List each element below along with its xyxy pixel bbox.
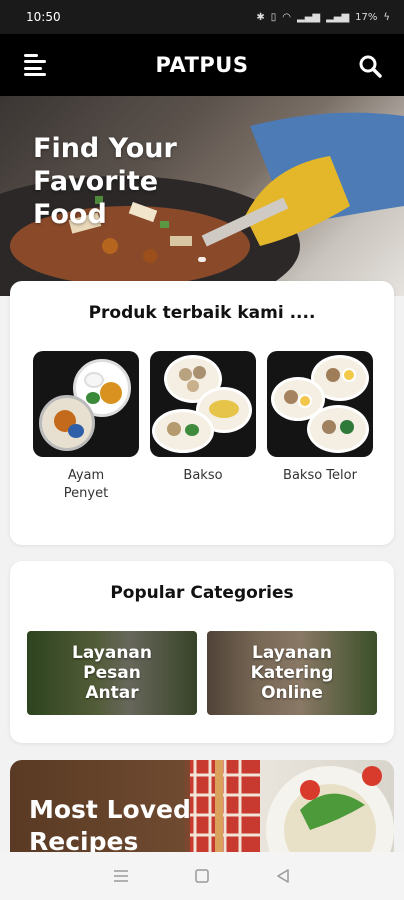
- menu-icon[interactable]: [24, 54, 48, 76]
- product-bakso-telor[interactable]: Bakso Telor: [267, 351, 373, 485]
- status-bar: 10:50 ✱ ▯ ◠ ▂▄▆ ▂▄▆ 17% ϟ: [0, 0, 404, 34]
- product-label: Bakso: [183, 468, 223, 483]
- bluetooth-icon: ✱: [256, 11, 265, 23]
- most-loved-recipes-title: Most Loved Recipes: [29, 795, 191, 852]
- app-title: PATPUS: [155, 53, 249, 77]
- recent-apps-icon[interactable]: [109, 864, 133, 888]
- status-time: 10:50: [26, 10, 61, 24]
- product-label: Bakso Telor: [283, 468, 357, 483]
- category-label: Layanan Katering Online: [250, 643, 334, 703]
- home-icon[interactable]: [190, 864, 214, 888]
- popular-categories-card: Popular Categories Layanan Pesan Antar L…: [10, 561, 394, 743]
- back-icon[interactable]: [271, 864, 295, 888]
- product-label: Ayam Penyet: [63, 468, 109, 501]
- signal-icon: ▂▄▆: [297, 11, 321, 23]
- hero-banner[interactable]: Find Your Favorite Food: [0, 96, 404, 296]
- vibrate-icon: ▯: [270, 11, 277, 23]
- hero-title: Find Your Favorite Food: [33, 133, 177, 230]
- best-products-title: Produk terbaik kami ....: [88, 303, 316, 323]
- product-image: [150, 351, 256, 457]
- best-products-card: Produk terbaik kami .... Ayam Penyet Bak…: [10, 281, 394, 545]
- category-katering-online[interactable]: Layanan Katering Online: [207, 631, 377, 715]
- most-loved-recipes-banner[interactable]: Most Loved Recipes: [10, 760, 394, 852]
- category-pesan-antar[interactable]: Layanan Pesan Antar: [27, 631, 197, 715]
- category-label: Layanan Pesan Antar: [71, 643, 152, 703]
- charging-icon: ϟ: [383, 11, 390, 23]
- system-nav-bar: [0, 852, 404, 900]
- app-bar: PATPUS: [0, 34, 404, 96]
- product-ayam-penyet[interactable]: Ayam Penyet: [33, 351, 139, 503]
- wifi-icon: ◠: [282, 11, 291, 23]
- status-icons: ✱ ▯ ◠ ▂▄▆ ▂▄▆ 17% ϟ: [256, 12, 390, 23]
- product-bakso[interactable]: Bakso: [150, 351, 256, 485]
- product-image: [33, 351, 139, 457]
- search-icon[interactable]: [358, 54, 382, 78]
- signal-icon-2: ▂▄▆: [326, 11, 350, 23]
- popular-categories-title: Popular Categories: [110, 583, 294, 603]
- product-image: [267, 351, 373, 457]
- battery-level: 17%: [355, 11, 378, 23]
- carousel-indicator: [0, 257, 404, 262]
